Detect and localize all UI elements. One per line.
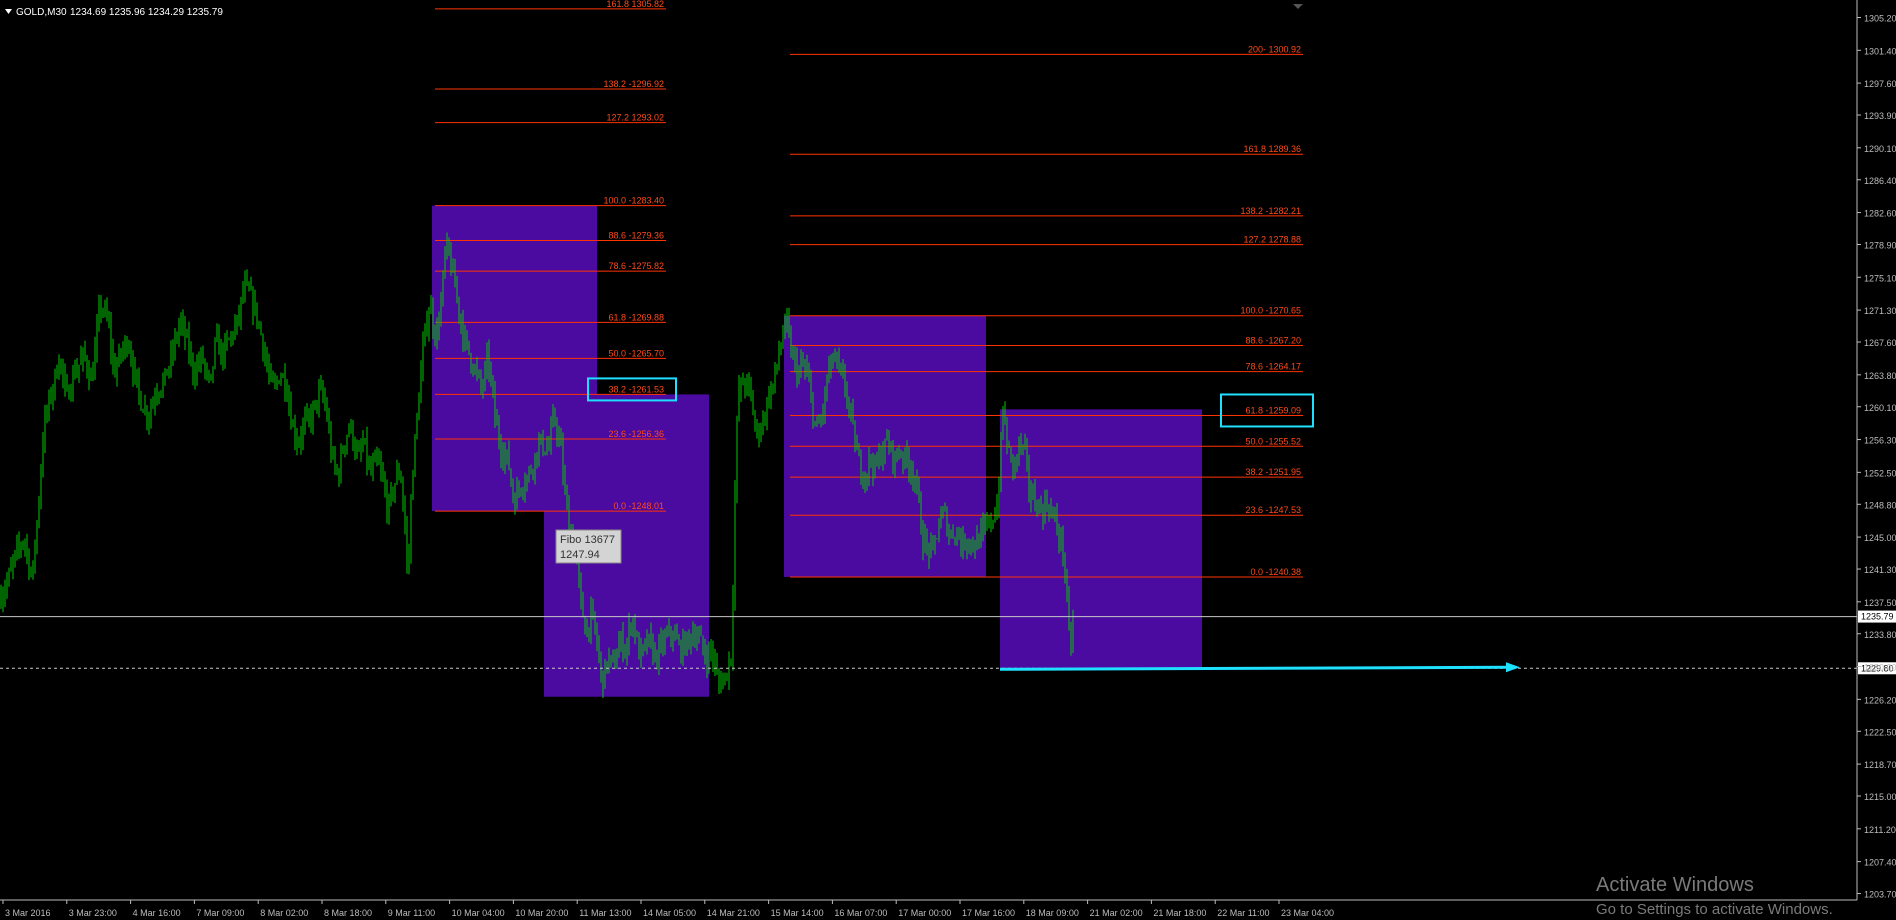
y-tick-label: 1226.20: [1864, 695, 1896, 705]
scroll-shift-marker-icon[interactable]: [1293, 4, 1303, 9]
x-tick-label: 9 Mar 11:00: [388, 908, 435, 918]
fibo-level-label: 138.2 -1282.21: [1240, 206, 1301, 216]
x-tick-label: 17 Mar 00:00: [898, 908, 951, 918]
fibo-level-label: 100.0 -1283.40: [603, 196, 664, 206]
fibo-level-label: 161.8 1289.36: [1243, 144, 1301, 154]
activation-watermark-subtitle: Go to Settings to activate Windows.: [1596, 901, 1833, 918]
fibo-level-label: 0.0 -1248.01: [613, 501, 664, 511]
y-tick-label: 1305.20: [1864, 13, 1896, 23]
x-tick-label: 23 Mar 04:00: [1281, 908, 1334, 918]
fibo-level-label: 88.6 -1267.20: [1245, 335, 1301, 345]
tooltip-title: Fibo 13677: [560, 534, 615, 546]
fibo-level-label: 127.2 1293.02: [606, 113, 664, 123]
y-tick-label: 1301.40: [1864, 46, 1896, 56]
x-tick-label: 15 Mar 14:00: [771, 908, 824, 918]
y-tick-label: 1278.90: [1864, 240, 1896, 250]
chart-window[interactable]: 161.8 1305.82 138.2 -1296.92 127.2 1293.02…: [0, 0, 1896, 920]
x-tick-label: 16 Mar 07:00: [834, 908, 887, 918]
y-tick-label: 1207.40: [1864, 858, 1896, 868]
y-tick-label: 1245.00: [1864, 533, 1896, 543]
fibo-zone-rectangle: [1000, 409, 1202, 669]
x-tick-label: 10 Mar 20:00: [515, 908, 568, 918]
y-tick-label: 1275.10: [1864, 273, 1896, 283]
y-tick-label: 1230.00: [1864, 663, 1896, 673]
fibo-level-label: 61.8 -1259.09: [1245, 405, 1301, 415]
fibo-tooltip: Fibo 13677 1247.94: [555, 529, 622, 564]
y-tick-label: 1282.60: [1864, 209, 1896, 219]
x-tick-label: 7 Mar 09:00: [196, 908, 244, 918]
y-tick-label: 1297.60: [1864, 79, 1896, 89]
x-tick-label: 4 Mar 16:00: [133, 908, 181, 918]
fibo-level-label: 78.6 -1275.82: [608, 261, 664, 271]
arrowhead-icon: [1506, 662, 1520, 673]
x-tick-label: 14 Mar 05:00: [643, 908, 696, 918]
x-tick-label: 21 Mar 18:00: [1153, 908, 1206, 918]
y-tick-label: 1241.30: [1864, 565, 1896, 575]
tooltip-value: 1247.94: [560, 549, 600, 561]
fibo-level-label: 88.6 -1279.36: [608, 231, 664, 241]
x-tick-label: 14 Mar 21:00: [707, 908, 760, 918]
activation-watermark-title: Activate Windows: [1596, 874, 1754, 896]
y-tick-label: 1263.80: [1864, 371, 1896, 381]
fibo-level-label: 23.6 -1256.36: [608, 429, 664, 439]
fibo-level-label: 61.8 -1269.88: [608, 312, 664, 322]
y-tick-label: 1260.10: [1864, 403, 1896, 413]
y-tick-label: 1237.50: [1864, 598, 1896, 608]
y-tick-label: 1252.50: [1864, 468, 1896, 478]
y-tick-label: 1267.60: [1864, 338, 1896, 348]
fibo-level-label: 0.0 -1240.38: [1250, 567, 1301, 577]
y-tick-label: 1293.90: [1864, 111, 1896, 121]
fibo-level-label: 50.0 -1265.70: [608, 348, 664, 358]
y-tick-label: 1222.50: [1864, 727, 1896, 737]
x-tick-label: 3 Mar 2016: [5, 908, 51, 918]
x-tick-label: 11 Mar 13:00: [579, 908, 631, 918]
x-tick-label: 8 Mar 02:00: [260, 908, 308, 918]
y-tick-label: 1218.70: [1864, 760, 1896, 770]
price-tag-label: 1235.79: [1861, 612, 1894, 622]
x-tick-label: 22 Mar 11:00: [1217, 908, 1269, 918]
fibo-level-label: 200- 1300.92: [1248, 44, 1301, 54]
y-tick-label: 1211.20: [1864, 825, 1896, 835]
dropdown-triangle-icon[interactable]: [5, 9, 12, 14]
fibo-level-label: 38.2 -1261.53: [608, 384, 664, 394]
x-tick-label: 21 Mar 02:00: [1090, 908, 1143, 918]
price-lines: 1235.791229.80: [0, 610, 1896, 675]
y-tick-label: 1233.80: [1864, 630, 1896, 640]
time-axis: 3 Mar 2016 3 Mar 23:00 4 Mar 16:00 7 Mar 09…: [2, 900, 1334, 918]
price-chart[interactable]: 161.8 1305.82 138.2 -1296.92 127.2 1293.02…: [0, 0, 1896, 920]
x-tick-label: 8 Mar 18:00: [324, 908, 372, 918]
target-arrow-line: [999, 665, 1509, 671]
x-tick-label: 10 Mar 04:00: [452, 908, 505, 918]
y-tick-label: 1215.00: [1864, 792, 1896, 802]
y-tick-label: 1271.30: [1864, 306, 1896, 316]
fibo-level-label: 138.2 -1296.92: [603, 79, 664, 89]
y-tick-label: 1286.40: [1864, 176, 1896, 186]
ohlc-values: 1234.69 1235.96 1234.29 1235.79: [70, 7, 223, 18]
x-tick-label: 17 Mar 16:00: [962, 908, 1015, 918]
fibo-level-label: 161.8 1305.82: [606, 0, 664, 9]
y-tick-label: 1203.70: [1864, 890, 1896, 900]
fibo-level-label: 23.6 -1247.53: [1245, 505, 1301, 515]
y-tick-label: 1248.80: [1864, 500, 1896, 510]
fibo-level-label: 100.0 -1270.65: [1240, 306, 1301, 316]
y-tick-label: 1290.10: [1864, 144, 1896, 154]
x-tick-label: 3 Mar 23:00: [69, 908, 117, 918]
fibo-level-label: 127.2 1278.88: [1243, 235, 1301, 245]
symbol-label: GOLD,M30: [16, 7, 67, 18]
x-tick-label: 18 Mar 09:00: [1026, 908, 1079, 918]
fibo-level-label: 78.6 -1264.17: [1245, 362, 1301, 372]
y-tick-label: 1256.30: [1864, 436, 1896, 446]
fibo-level-label: 38.2 -1251.95: [1245, 467, 1301, 477]
fibo-level-label: 50.0 -1255.52: [1245, 436, 1301, 446]
